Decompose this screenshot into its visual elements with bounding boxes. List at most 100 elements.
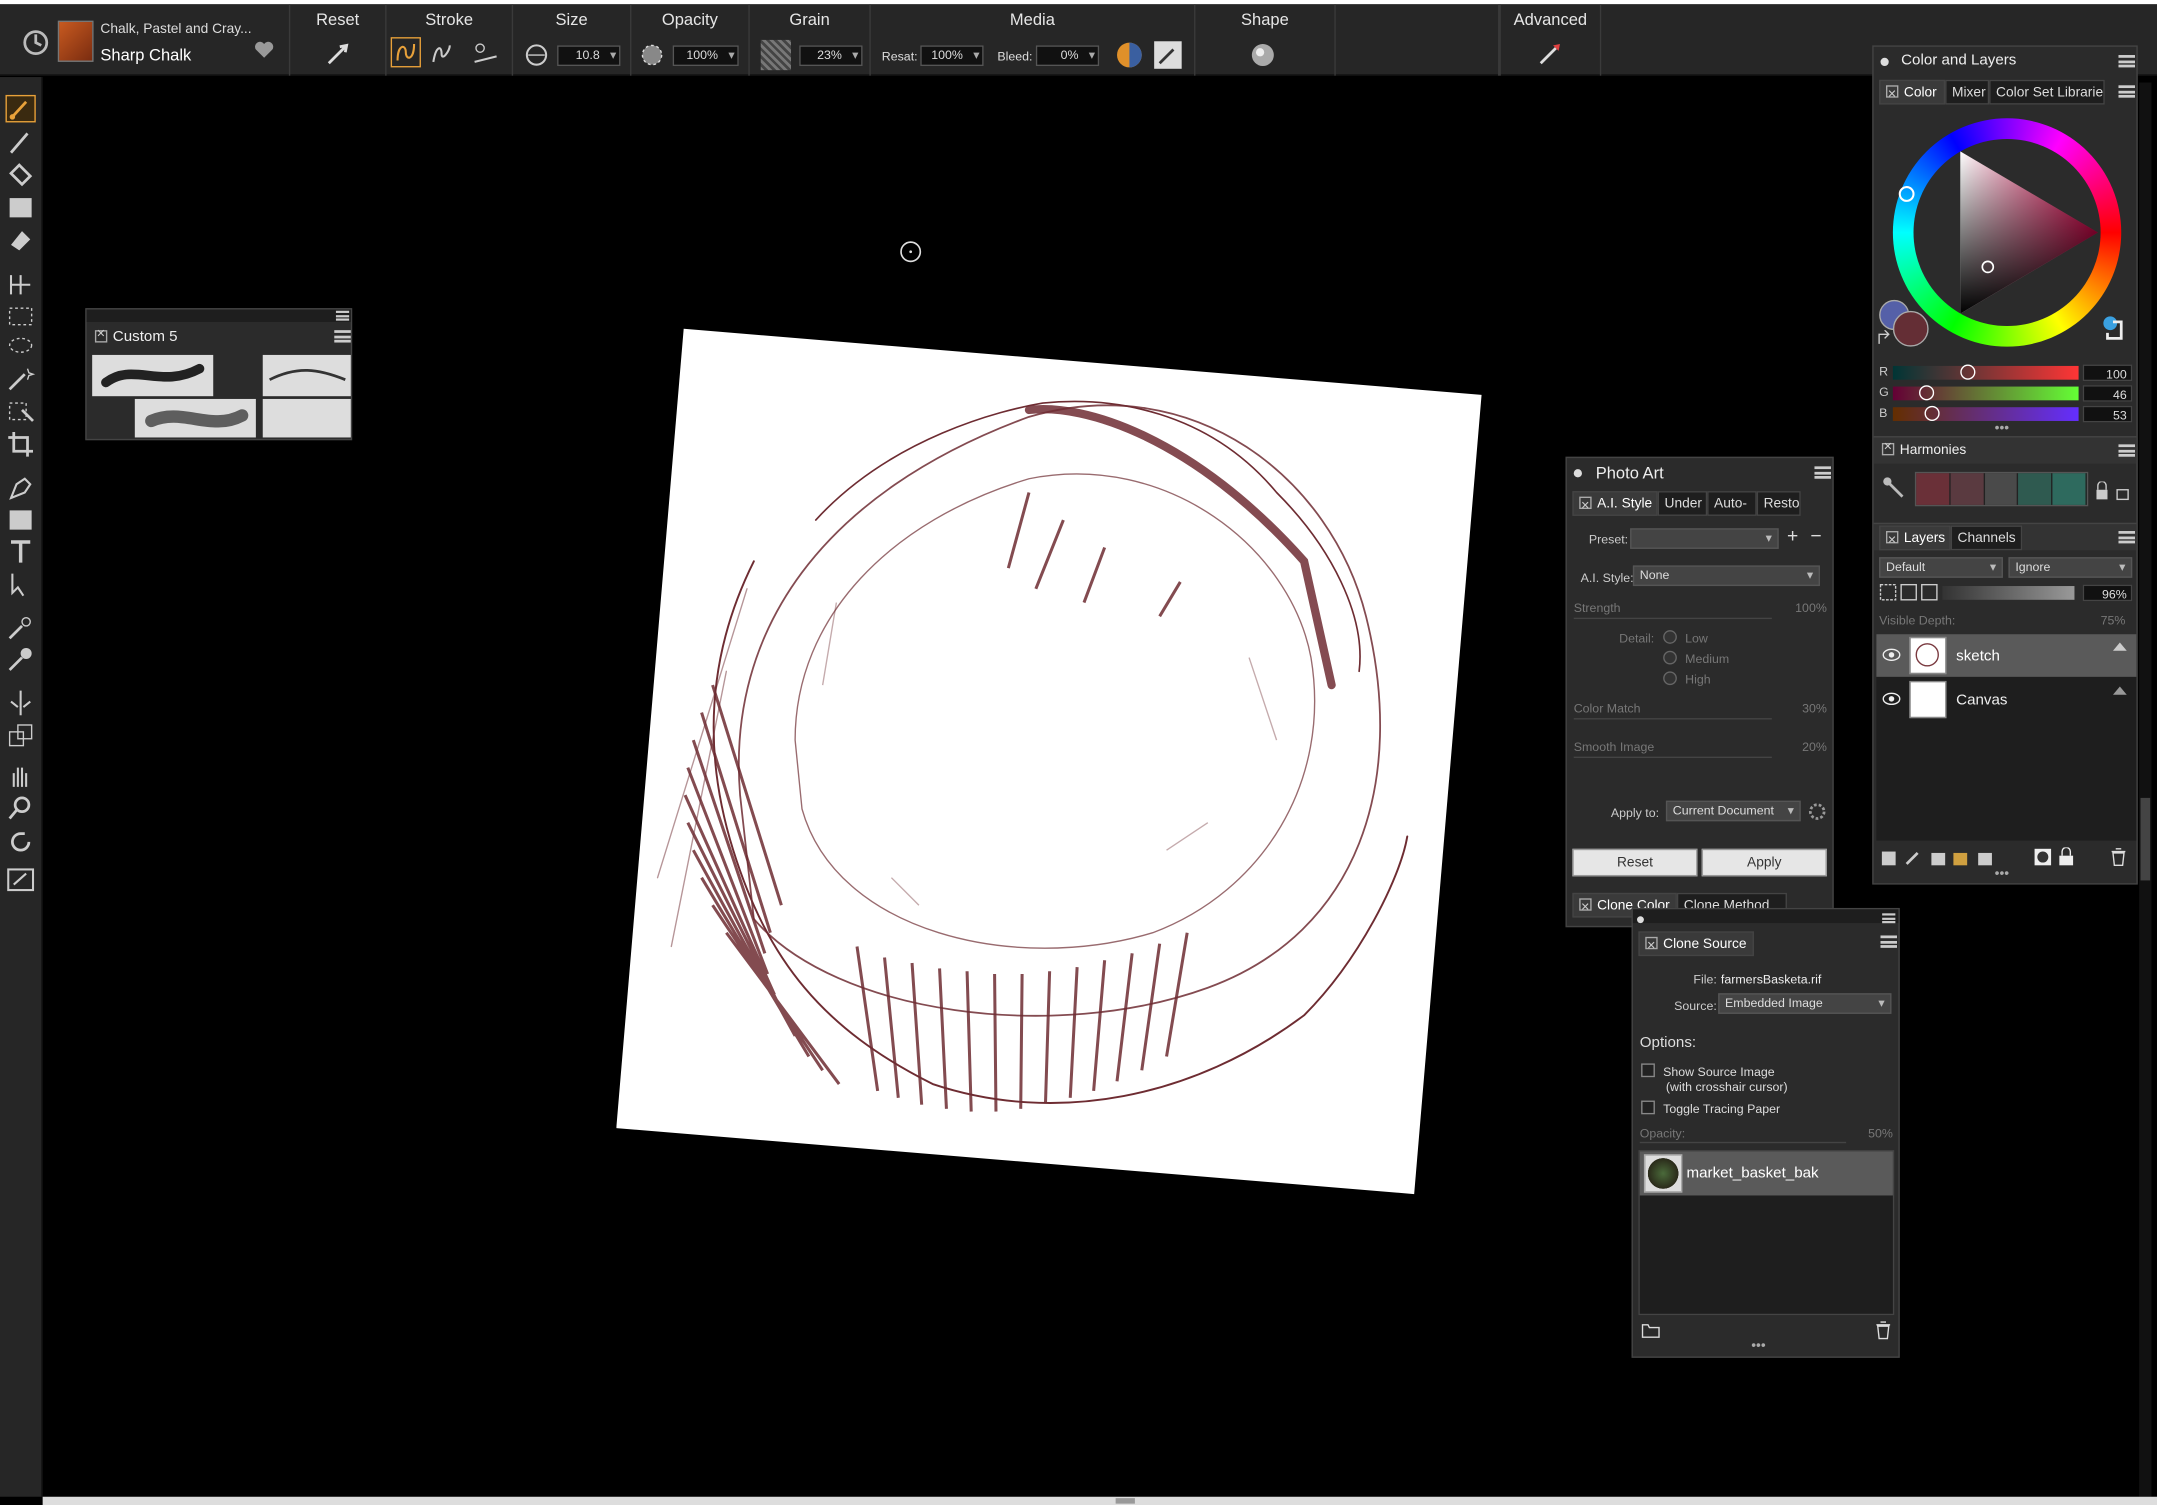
transform-tool-icon[interactable]: [6, 721, 36, 749]
remove-preset-icon[interactable]: −: [1810, 524, 1821, 546]
resat-field[interactable]: 100%: [920, 45, 984, 67]
g-value[interactable]: 46: [2082, 385, 2133, 402]
clone-source-row[interactable]: market_basket_bak: [1639, 1151, 1893, 1196]
fit-to-screen-icon[interactable]: [6, 865, 36, 893]
paint-bucket-tool-icon[interactable]: [6, 160, 36, 188]
mirror-painting-tool-icon[interactable]: [6, 688, 36, 716]
b-value[interactable]: 53: [2082, 405, 2133, 423]
paper-grain-icon[interactable]: [760, 39, 791, 71]
grabber-tool-icon[interactable]: [6, 762, 36, 790]
harmony-swatch[interactable]: [2018, 473, 2053, 505]
clone-opacity-slider[interactable]: [1639, 1141, 1847, 1144]
document-canvas[interactable]: [616, 327, 1483, 1196]
clone-top-menu-icon[interactable]: [1882, 913, 1896, 924]
color-match-slider[interactable]: [1573, 718, 1772, 720]
layer-actions-icons[interactable]: [1879, 847, 2000, 869]
open-folder-icon[interactable]: [1641, 1322, 1660, 1339]
bleed-field[interactable]: 0%: [1035, 45, 1100, 67]
layer-adjuster-tool-icon[interactable]: [6, 270, 36, 298]
palette-tab[interactable]: Custom 5: [94, 327, 178, 345]
apply-to-select[interactable]: Current Document: [1665, 800, 1801, 822]
layer-mask-icon[interactable]: [2033, 847, 2052, 866]
text-tool-icon[interactable]: [6, 537, 36, 565]
pen-tool-icon[interactable]: [6, 473, 36, 501]
delete-layer-icon[interactable]: [2110, 847, 2127, 866]
layer-options-icons[interactable]: [1879, 583, 1942, 602]
strength-slider[interactable]: [1573, 617, 1772, 620]
tab-channels[interactable]: Channels: [1950, 525, 2023, 551]
stroke-stabilizer-icon[interactable]: [472, 40, 502, 68]
magic-wand-tool-icon[interactable]: [6, 365, 36, 393]
tab-color[interactable]: Color: [1879, 79, 1946, 105]
palette-top-menu-icon[interactable]: [335, 310, 350, 321]
color-sampler-stamp-icon[interactable]: [2099, 314, 2129, 344]
close-icon[interactable]: [1886, 83, 1899, 103]
brush-preset-4[interactable]: [262, 398, 351, 438]
grain-field[interactable]: 23%: [799, 45, 863, 67]
shape-selection-tool-icon[interactable]: [6, 570, 36, 598]
palette-drag-bar[interactable]: [86, 309, 351, 322]
rectangular-selection-tool-icon[interactable]: [6, 301, 36, 329]
dab-shape-icon[interactable]: [1248, 40, 1278, 70]
lasso-tool-icon[interactable]: [6, 333, 36, 361]
tab-color-set-libraries[interactable]: Color Set Libraries: [1989, 79, 2105, 105]
vertical-scrollbar-thumb[interactable]: [2140, 797, 2151, 881]
harmonies-menu-icon[interactable]: [2118, 444, 2135, 457]
dropper-settings-icon[interactable]: [1153, 40, 1183, 70]
brush-variant-label[interactable]: Sharp Chalk: [100, 45, 191, 64]
photo-art-apply-button[interactable]: Apply: [1701, 848, 1827, 877]
close-icon[interactable]: [94, 327, 108, 343]
add-preset-icon[interactable]: +: [1787, 524, 1798, 546]
harmony-lock-icon[interactable]: [2094, 481, 2133, 501]
brush-category-icon[interactable]: [57, 20, 94, 62]
tab-clone-source[interactable]: Clone Source: [1638, 931, 1754, 957]
detail-medium-radio[interactable]: [1663, 650, 1677, 665]
eye-icon[interactable]: [1882, 648, 1901, 662]
tab-auto-painting[interactable]: Auto-: [1707, 491, 1757, 516]
close-icon[interactable]: [1886, 528, 1899, 549]
composite-method-select[interactable]: Default: [1879, 557, 2003, 578]
detail-high-radio[interactable]: [1663, 671, 1677, 686]
opacity-field[interactable]: 100%: [672, 45, 739, 67]
vertical-scrollbar[interactable]: [2139, 82, 2152, 1497]
rotate-page-tool-icon[interactable]: [6, 827, 36, 855]
dropper-tool-icon[interactable]: [6, 128, 36, 156]
g-slider[interactable]: [1892, 385, 2079, 401]
freehand-stroke-icon[interactable]: [390, 37, 421, 68]
color-tab-menu-icon[interactable]: [2118, 85, 2135, 98]
palette-menu-icon[interactable]: [334, 330, 351, 343]
layer-opacity-slider[interactable]: [1942, 586, 2075, 600]
primary-color-swatch[interactable]: [1892, 310, 1929, 347]
r-slider-knob[interactable]: [1960, 364, 1976, 380]
selection-adjuster-tool-icon[interactable]: [6, 396, 36, 424]
close-icon[interactable]: [1579, 896, 1592, 916]
smooth-image-slider[interactable]: [1573, 756, 1772, 759]
multicolor-icon[interactable]: [1114, 40, 1144, 70]
crop-tool-icon[interactable]: [6, 429, 36, 457]
more-dots-icon[interactable]: •••: [1751, 1339, 1765, 1354]
eye-icon[interactable]: [1882, 692, 1901, 706]
layer-row-sketch[interactable]: sketch: [1876, 634, 2137, 677]
magnifier-tool-icon[interactable]: [6, 794, 36, 822]
horizontal-scrollbar[interactable]: [42, 1496, 2157, 1505]
r-value[interactable]: 100: [2082, 364, 2133, 382]
swap-colors-icon[interactable]: [1876, 330, 1893, 347]
preset-select[interactable]: [1630, 528, 1779, 549]
size-icon[interactable]: [524, 43, 549, 68]
delete-source-icon[interactable]: [1875, 1321, 1892, 1340]
detail-low-radio[interactable]: [1663, 630, 1677, 644]
tracing-paper-checkbox[interactable]: [1641, 1100, 1655, 1115]
settings-gear-icon[interactable]: [1808, 802, 1827, 821]
reset-brush-icon[interactable]: [325, 40, 353, 68]
advanced-brush-icon[interactable]: [1537, 40, 1565, 68]
size-field[interactable]: 10.8: [557, 45, 621, 67]
tab-layers[interactable]: Layers: [1879, 525, 1951, 551]
lock-layer-icon[interactable]: [2058, 847, 2075, 866]
g-slider-knob[interactable]: [1919, 385, 1935, 401]
close-icon[interactable]: [1881, 440, 1895, 456]
harmony-swatch[interactable]: [1916, 473, 1951, 505]
brush-preset-2[interactable]: [262, 354, 351, 397]
more-dots-icon[interactable]: •••: [1995, 867, 2009, 882]
horizontal-scrollbar-thumb[interactable]: [1115, 1498, 1135, 1504]
layers-menu-icon[interactable]: [2118, 531, 2135, 544]
